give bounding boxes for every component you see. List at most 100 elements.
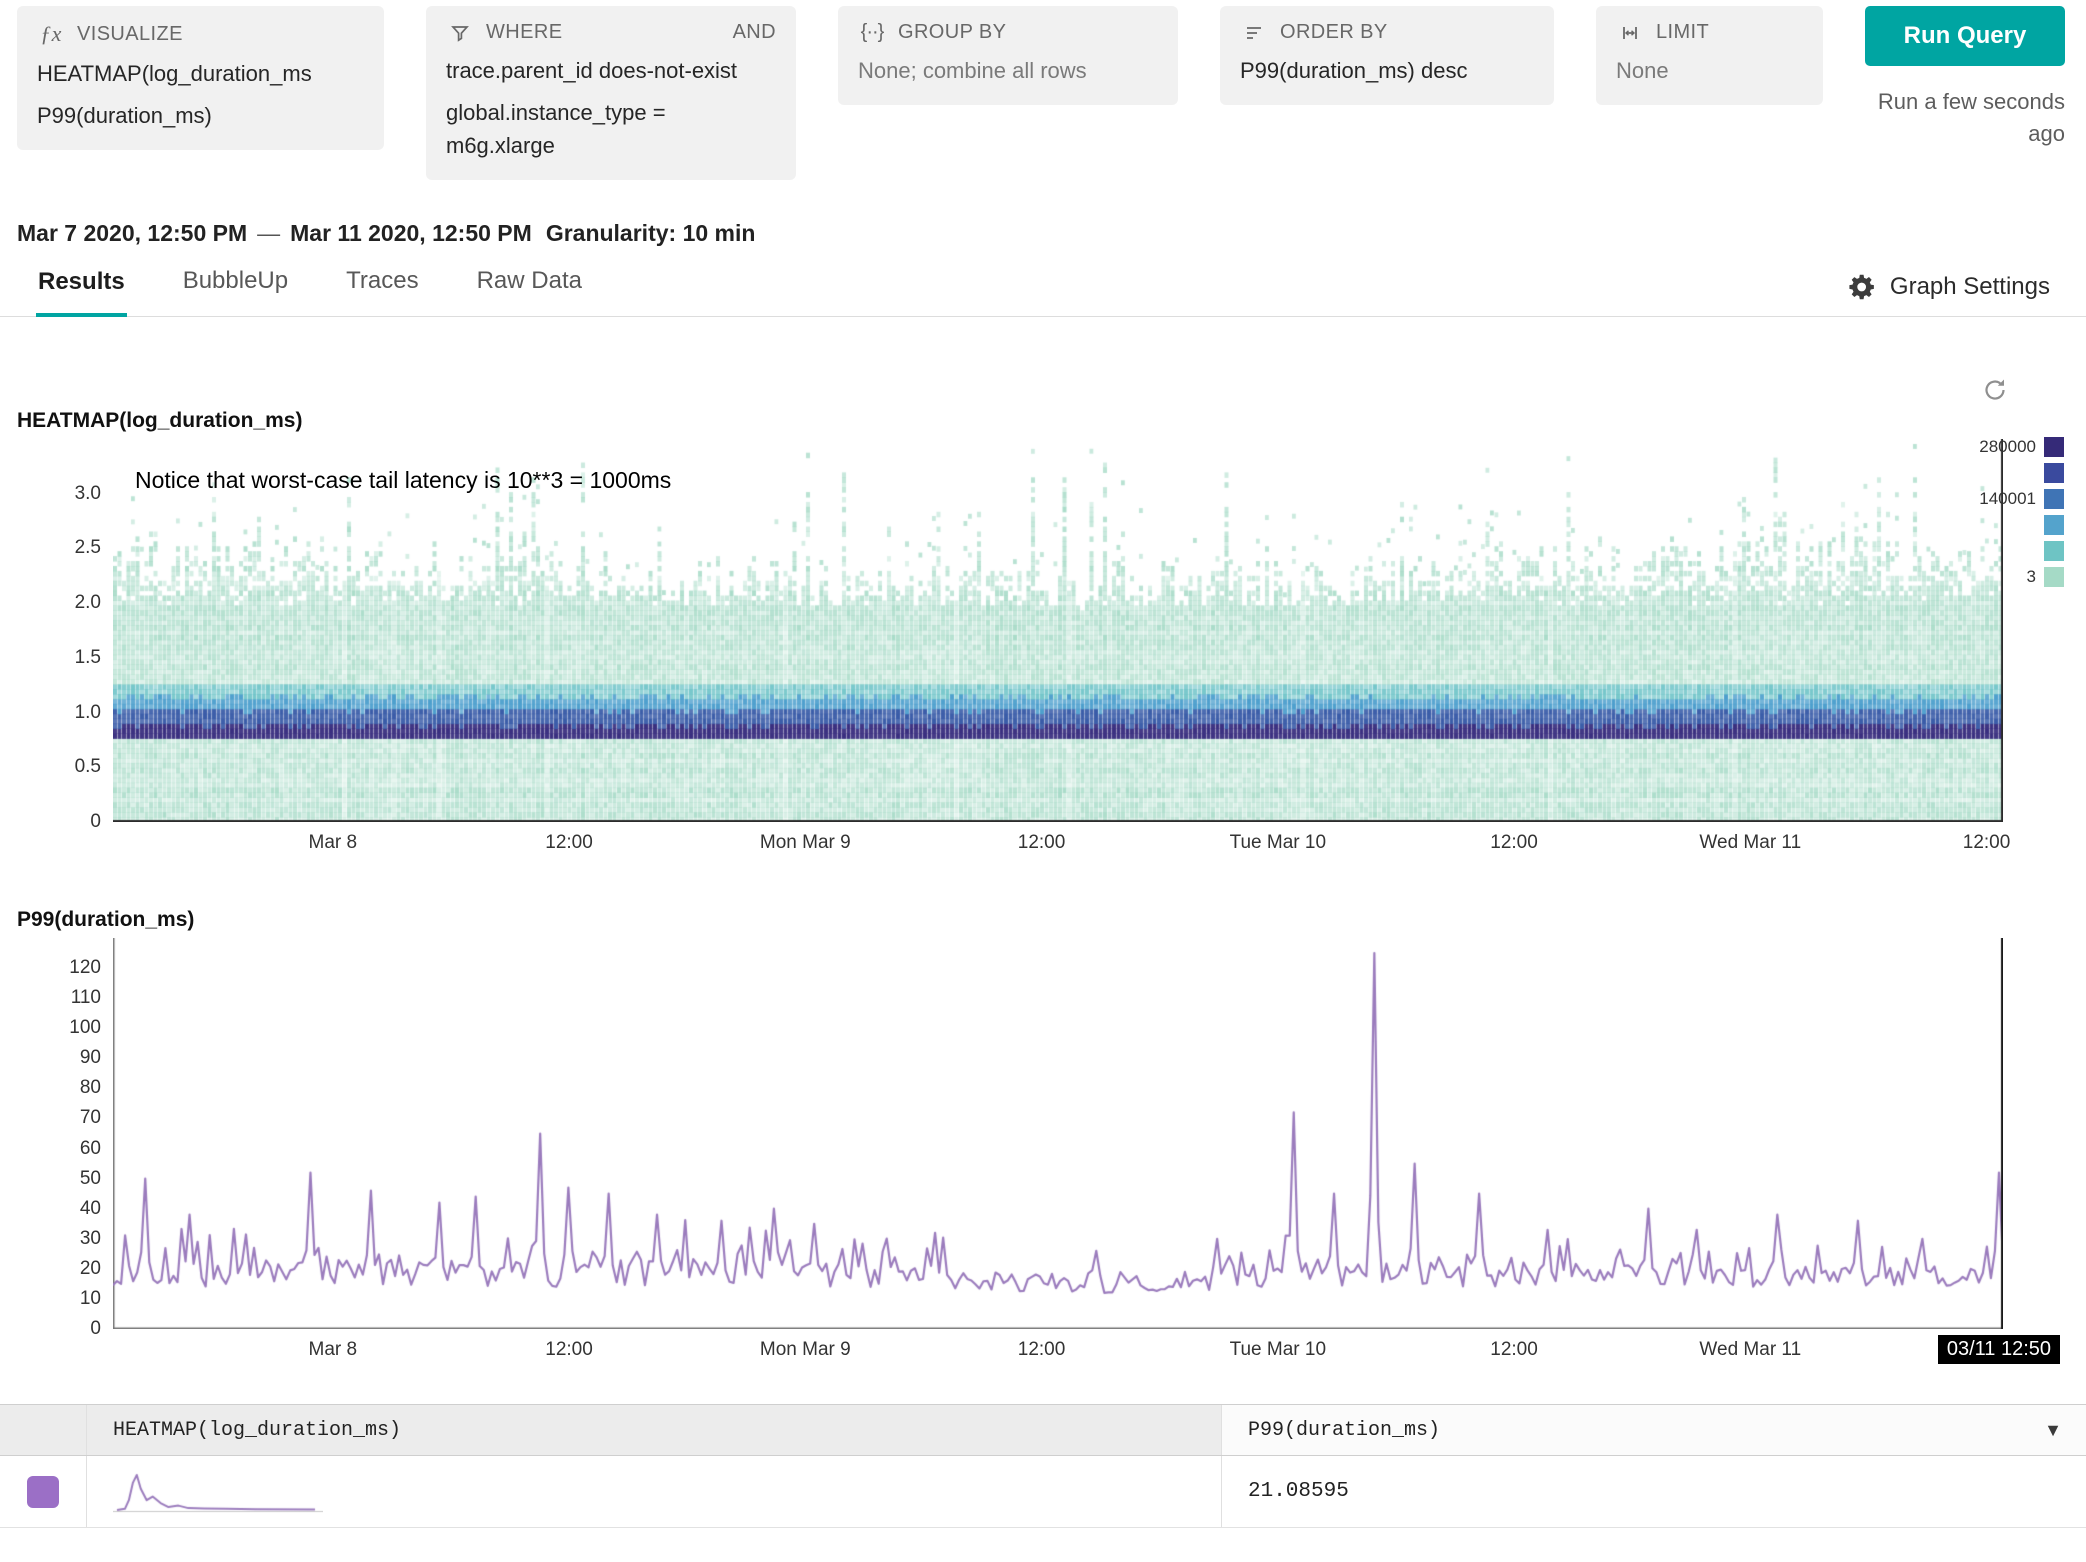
y-axis-tick-label: 1.5 [75, 647, 101, 669]
y-axis-tick-label: 80 [80, 1077, 101, 1099]
distribution-sparkline-cell [87, 1456, 1222, 1527]
x-axis-tick-label: Wed Mar 11 [1699, 832, 1801, 854]
x-axis-tick-label: Mon Mar 9 [760, 832, 851, 854]
p99-chart-section: P99(duration_ms) 03/11 12:50 12011010090… [0, 908, 2086, 1373]
time-range-picker[interactable]: Mar 7 2020, 12:50 PM—Mar 11 2020, 12:50 … [17, 220, 2086, 247]
y-axis-tick-label: 10 [80, 1288, 101, 1310]
visualize-header: ƒx VISUALIZE [37, 21, 364, 47]
y-axis-tick-label: 1.0 [75, 702, 101, 724]
heatmap-column-header[interactable]: HEATMAP(log_duration_ms) [87, 1405, 1222, 1455]
tab-bubbleup[interactable]: BubbleUp [181, 257, 290, 316]
x-axis-tick-label: Wed Mar 11 [1699, 1339, 1801, 1361]
results-tab-bar: Results BubbleUp Traces Raw Data Graph S… [0, 257, 2086, 317]
x-axis-tick-label: 12:00 [1018, 1339, 1066, 1361]
table-row[interactable]: 21.08595 [0, 1456, 2086, 1528]
time-range-start: Mar 7 2020, 12:50 PM [17, 220, 247, 246]
heatmap-chart-section: HEATMAP(log_duration_ms) Notice that wor… [0, 409, 2086, 864]
x-axis-tick-label: 12:00 [545, 832, 593, 854]
order-by-header: ORDER BY [1240, 21, 1534, 44]
function-icon: ƒx [37, 21, 65, 47]
heatmap-plot: Notice that worst-case tail latency is 1… [113, 439, 2003, 822]
y-axis-tick-label: 60 [80, 1138, 101, 1160]
series-swatch-cell[interactable] [0, 1456, 87, 1527]
reset-zoom-icon[interactable] [1982, 377, 2008, 408]
p99-column-label: P99(duration_ms) [1248, 1419, 1440, 1442]
select-column-header [0, 1405, 87, 1455]
heatmap-color-legend: 280000 140001 3 [1979, 437, 2064, 587]
limit-panel[interactable]: LIMIT None [1596, 6, 1823, 105]
x-axis-tick-label: Tue Mar 10 [1230, 832, 1326, 854]
y-axis-tick-label: 0 [90, 811, 101, 833]
tab-traces[interactable]: Traces [344, 257, 420, 316]
visualize-clause[interactable]: HEATMAP(log_duration_ms [37, 57, 364, 90]
results-table-header: HEATMAP(log_duration_ms) P99(duration_ms… [0, 1405, 2086, 1456]
group-by-value[interactable]: None; combine all rows [858, 54, 1158, 87]
y-axis-tick-label: 2.5 [75, 537, 101, 559]
y-axis-tick-label: 3.0 [75, 483, 101, 505]
heatmap-column-label: HEATMAP(log_duration_ms) [113, 1419, 401, 1442]
y-axis-tick-label: 20 [80, 1258, 101, 1280]
x-axis-tick-label: Mar 8 [309, 1339, 358, 1361]
p99-plot: 03/11 12:50 1201101009080706050403020100… [113, 938, 2003, 1329]
heatmap-legend-entry: 140001 [1979, 489, 2064, 509]
order-by-panel[interactable]: ORDER BY P99(duration_ms) desc [1220, 6, 1554, 105]
x-axis-tick-label: Mar 8 [309, 832, 358, 854]
gear-icon [1847, 272, 1877, 302]
group-by-header: {··} GROUP BY [858, 21, 1158, 44]
where-clause[interactable]: trace.parent_id does-not-exist [446, 54, 776, 87]
x-axis-tick-label: 12:00 [1018, 832, 1066, 854]
visualize-clause[interactable]: P99(duration_ms) [37, 99, 364, 132]
p99-column-header[interactable]: P99(duration_ms) ▼ [1222, 1405, 2086, 1455]
y-axis-tick-label: 120 [69, 957, 101, 979]
distribution-sparkline-canvas [113, 1468, 323, 1516]
visualize-label: VISUALIZE [77, 23, 183, 46]
filter-funnel-icon [446, 23, 474, 43]
x-axis-tick-label: Tue Mar 10 [1230, 1339, 1326, 1361]
where-panel[interactable]: WHERE AND trace.parent_id does-not-exist… [426, 6, 796, 180]
limit-label: LIMIT [1656, 21, 1709, 44]
y-axis-tick-label: 40 [80, 1198, 101, 1220]
heatmap-legend-entry [1979, 463, 2064, 483]
y-axis-tick-label: 90 [80, 1047, 101, 1069]
p99-value-cell: 21.08595 [1222, 1456, 2086, 1527]
group-by-icon: {··} [858, 21, 886, 44]
order-by-value[interactable]: P99(duration_ms) desc [1240, 54, 1534, 87]
tab-results[interactable]: Results [36, 258, 127, 317]
heatmap-legend-entry: 280000 [1979, 437, 2064, 457]
where-header: WHERE AND [446, 21, 776, 44]
cursor-time-label: 03/11 12:50 [1938, 1335, 2060, 1364]
y-axis-tick-label: 110 [71, 987, 101, 1009]
run-query-area: Run Query Run a few seconds ago [1865, 6, 2065, 150]
x-axis-tick-label: 12:00 [1963, 832, 2011, 854]
x-axis-tick-label: 12:00 [1490, 832, 1538, 854]
group-by-panel[interactable]: {··} GROUP BY None; combine all rows [838, 6, 1178, 105]
where-conjunction[interactable]: AND [733, 21, 776, 44]
limit-icon [1616, 23, 1644, 43]
p99-value: 21.08595 [1248, 1480, 1349, 1503]
query-builder-bar: ƒx VISUALIZE HEATMAP(log_duration_ms P99… [0, 0, 2086, 180]
x-axis-tick-label: 12:00 [545, 1339, 593, 1361]
visualize-panel[interactable]: ƒx VISUALIZE HEATMAP(log_duration_ms P99… [17, 6, 384, 150]
latency-heatmap-canvas[interactable] [113, 439, 2003, 822]
heatmap-chart-title: HEATMAP(log_duration_ms) [17, 409, 2086, 439]
graph-settings-button[interactable]: Graph Settings [1847, 272, 2050, 316]
granularity-label: Granularity: 10 min [546, 220, 756, 246]
y-axis-tick-label: 0.5 [75, 756, 101, 778]
run-status-text: Run a few seconds ago [1865, 86, 2065, 150]
series-color-swatch[interactable] [27, 1476, 59, 1508]
p99-chart-title: P99(duration_ms) [17, 908, 2086, 938]
where-label: WHERE [486, 21, 562, 44]
heatmap-legend-entry: 3 [1979, 567, 2064, 587]
p99-line-canvas[interactable] [113, 938, 2003, 1329]
sort-caret-icon[interactable]: ▼ [2044, 1420, 2062, 1441]
time-range-separator: — [247, 220, 290, 246]
y-axis-tick-label: 50 [80, 1168, 101, 1190]
tab-raw-data[interactable]: Raw Data [475, 257, 584, 316]
sort-lines-icon [1240, 23, 1268, 43]
run-query-button[interactable]: Run Query [1865, 6, 2065, 66]
y-axis-tick-label: 2.0 [75, 592, 101, 614]
where-clause[interactable]: global.instance_type = m6g.xlarge [446, 96, 776, 162]
heatmap-legend-entry [1979, 541, 2064, 561]
limit-value[interactable]: None [1616, 54, 1803, 87]
x-axis-tick-label: 12:00 [1490, 1339, 1538, 1361]
